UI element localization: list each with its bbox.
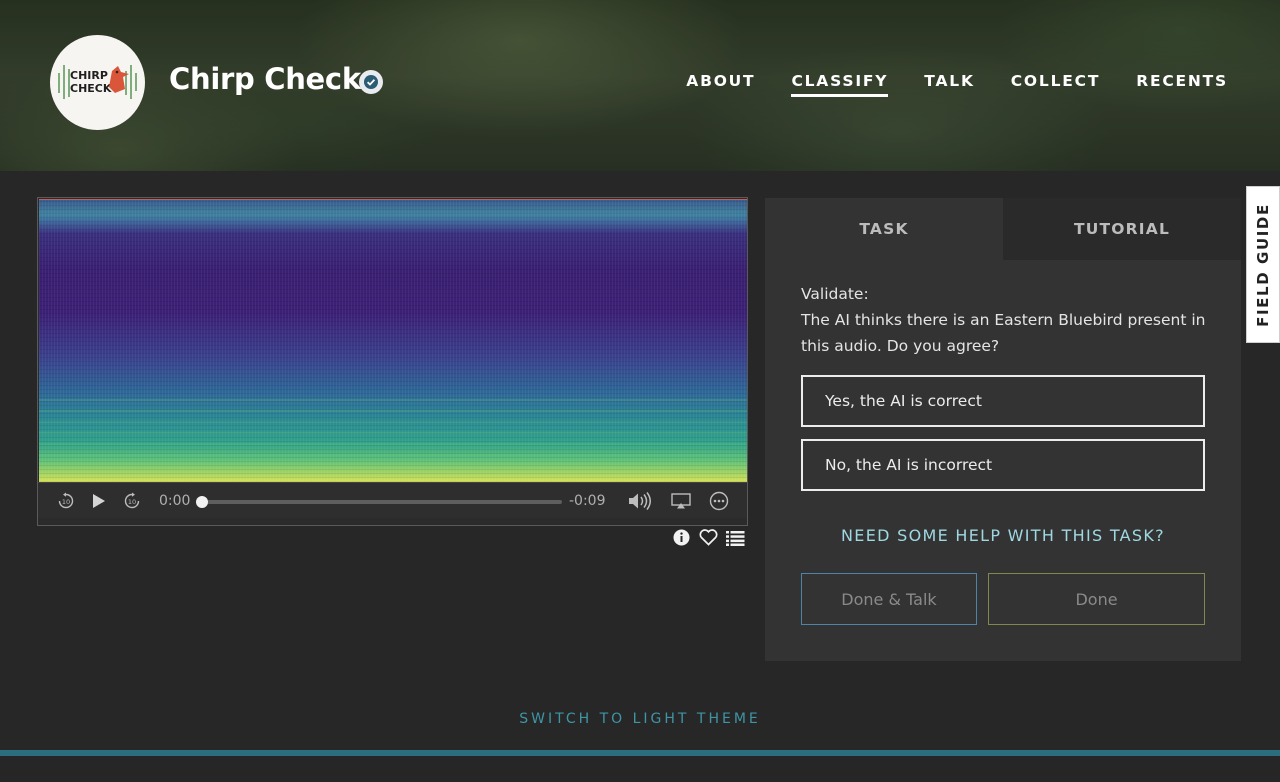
task-question: Validate: The AI thinks there is an East… — [801, 281, 1221, 359]
current-time: 0:00 — [159, 493, 191, 509]
subject-actions — [672, 529, 745, 546]
remaining-time: -0:09 — [569, 493, 606, 509]
verified-badge-icon — [359, 70, 383, 94]
done-button[interactable]: Done — [988, 573, 1205, 625]
seek-thumb[interactable] — [196, 496, 208, 508]
chirp-check-logo-icon: CHIRP CHECK — [58, 65, 137, 99]
field-guide-tab[interactable]: FIELD GUIDE — [1246, 186, 1280, 343]
nav-classify[interactable]: CLASSIFY — [791, 72, 889, 97]
done-and-talk-button[interactable]: Done & Talk — [801, 573, 977, 625]
volume-icon[interactable] — [627, 490, 655, 512]
info-icon[interactable] — [672, 529, 691, 546]
forward-seconds: 10 — [128, 498, 136, 506]
subject-viewer: 10 10 0:00 -0:09 — [37, 197, 748, 526]
switch-theme-link[interactable]: SWITCH TO LIGHT THEME — [0, 711, 1280, 727]
site-footer — [0, 756, 1280, 782]
svg-text:CHIRP: CHIRP — [70, 69, 108, 82]
audio-controls: 10 10 0:00 -0:09 — [38, 482, 747, 518]
project-title[interactable]: Chirp Check — [169, 62, 361, 96]
favorite-heart-icon[interactable] — [699, 529, 718, 546]
task-panel: TASK TUTORIAL Validate: The AI thinks th… — [765, 198, 1241, 661]
project-nav: ABOUT CLASSIFY TALK COLLECT RECENTS — [686, 72, 1228, 97]
task-help-link[interactable]: NEED SOME HELP WITH THIS TASK? — [765, 526, 1241, 545]
nav-about[interactable]: ABOUT — [686, 72, 755, 97]
question-label: Validate: — [801, 285, 869, 303]
tab-task[interactable]: TASK — [765, 198, 1003, 260]
spectrogram-image — [39, 199, 747, 482]
add-to-collection-icon[interactable] — [726, 529, 745, 546]
rewind-10-icon[interactable]: 10 — [55, 490, 77, 512]
answer-no-button[interactable]: No, the AI is incorrect — [801, 439, 1205, 491]
airplay-icon[interactable] — [670, 490, 692, 512]
field-guide-label: FIELD GUIDE — [1254, 202, 1272, 327]
question-text: The AI thinks there is an Eastern Bluebi… — [801, 311, 1206, 355]
nav-collect[interactable]: COLLECT — [1011, 72, 1100, 97]
play-icon[interactable] — [88, 490, 110, 512]
rewind-seconds: 10 — [62, 498, 70, 506]
more-options-icon[interactable] — [708, 490, 730, 512]
nav-recents[interactable]: RECENTS — [1136, 72, 1228, 97]
task-tabs: TASK TUTORIAL — [765, 198, 1241, 260]
seek-bar[interactable] — [202, 500, 562, 504]
svg-text:CHECK: CHECK — [70, 82, 112, 95]
nav-talk[interactable]: TALK — [924, 72, 974, 97]
forward-10-icon[interactable]: 10 — [121, 490, 143, 512]
project-logo[interactable]: CHIRP CHECK — [50, 35, 145, 130]
tab-tutorial[interactable]: TUTORIAL — [1003, 198, 1241, 260]
answer-yes-button[interactable]: Yes, the AI is correct — [801, 375, 1205, 427]
